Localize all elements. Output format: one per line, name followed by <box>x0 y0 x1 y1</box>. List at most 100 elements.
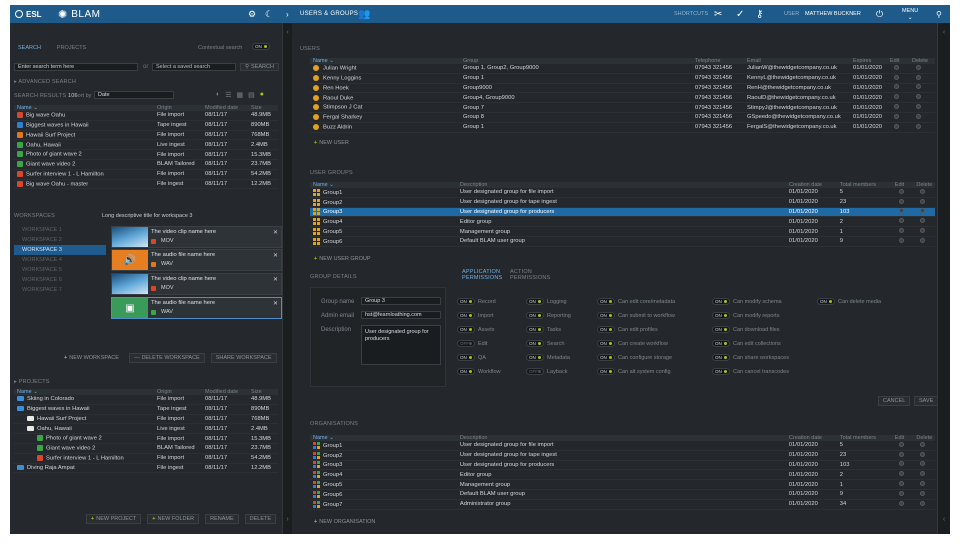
expand-right-icon[interactable]: ‹ <box>938 516 950 523</box>
group-row[interactable]: Group5 Management group 01/01/2020 1 <box>310 227 935 237</box>
edit-radio-icon[interactable] <box>898 490 904 496</box>
workspace-item[interactable]: WORKSPACE 2 <box>14 235 106 245</box>
permission-search[interactable]: ON Search <box>526 340 564 347</box>
edit-radio-icon[interactable] <box>898 228 904 234</box>
delete-radio-icon[interactable] <box>920 228 926 234</box>
view-options-icon[interactable]: ◐ <box>216 91 220 99</box>
permission-can-modify-reports[interactable]: ON Can modify reports <box>712 312 779 319</box>
result-row[interactable]: Photo of giant wave 2 File import 08/11/17… <box>14 150 278 160</box>
organisation-row[interactable]: Group6 Default BLAM user group 01/01/2020 9 <box>310 490 935 500</box>
permission-can-edit-core-metadata[interactable]: ON Can edit core/metadata <box>597 298 675 305</box>
permission-logging[interactable]: ON Logging <box>526 298 567 305</box>
collapse-right-icon[interactable]: ‹ <box>938 29 950 36</box>
user-col-0[interactable]: Name ⌄ <box>310 58 460 64</box>
new-user-button[interactable]: + NEW USER <box>310 139 353 147</box>
key-icon[interactable]: ⚷ <box>756 5 763 23</box>
project-row[interactable]: Skiing in Colorado File import 08/11/17 48.… <box>14 395 278 405</box>
right-panel-collapse-strip[interactable]: ‹ ‹ <box>937 23 950 534</box>
result-col-1[interactable]: Origin <box>154 105 202 111</box>
user-row[interactable]: Raoul Duke Group4, Group9000 07943 321456 R… <box>310 93 935 104</box>
group-row[interactable]: Group2 User designated group for tape ing… <box>310 198 935 208</box>
delete-radio-icon[interactable] <box>920 218 926 224</box>
permission-toggle[interactable]: ON <box>597 368 615 375</box>
permission-toggle[interactable]: ON <box>597 326 615 333</box>
organisation-col-2[interactable]: Creation date <box>786 435 837 441</box>
workspace-item[interactable]: WORKSPACE 7 <box>14 285 106 295</box>
scissors-icon[interactable]: ✂ <box>714 5 722 23</box>
new-project-button[interactable]: + NEW PROJECT <box>86 514 142 524</box>
settings-icon[interactable]: ⚙ <box>248 5 256 23</box>
edit-radio-icon[interactable] <box>898 461 904 467</box>
group-col-3[interactable]: Total members <box>837 182 892 188</box>
permission-toggle[interactable]: ON <box>526 340 544 347</box>
rename-button[interactable]: RENAME <box>205 514 239 524</box>
edit-radio-icon[interactable] <box>898 188 904 194</box>
workspace-item[interactable]: WORKSPACE 5 <box>14 265 106 275</box>
theme-moon-icon[interactable]: ☾ <box>265 5 273 23</box>
advanced-search-toggle[interactable]: ▸ ADVANCED SEARCH <box>14 79 76 85</box>
permission-toggle[interactable]: ON <box>457 326 475 333</box>
edit-radio-icon[interactable] <box>898 500 904 506</box>
edit-radio-icon[interactable] <box>898 451 904 457</box>
close-icon[interactable]: ✕ <box>273 229 278 236</box>
permission-can-cancel-transcodes[interactable]: ON Can cancel transcodes <box>712 368 789 375</box>
user-row[interactable]: Fergal Sharkey Group 8 07943 321456 GSpeedo… <box>310 113 935 123</box>
user-row[interactable]: Buzz Aldrin Group 1 07943 321456 FergalS@th… <box>310 123 935 133</box>
organisation-col-0[interactable]: Name ⌄ <box>310 435 457 441</box>
user-col-6[interactable]: Delete <box>909 58 931 64</box>
edit-radio-icon[interactable] <box>898 218 904 224</box>
edit-radio-icon[interactable] <box>894 74 899 80</box>
permission-record[interactable]: ON Record <box>457 298 496 305</box>
permission-can-edit-profiles[interactable]: ON Can edit profiles <box>597 326 658 333</box>
cancel-button[interactable]: CANCEL <box>878 396 911 406</box>
edit-radio-icon[interactable] <box>894 123 899 129</box>
edit-radio-icon[interactable] <box>894 84 899 90</box>
tab-search[interactable]: SEARCH <box>18 45 41 51</box>
permission-metadata[interactable]: ON Metadata <box>526 354 570 361</box>
permission-toggle[interactable]: ON <box>457 354 475 361</box>
thumb-view-icon[interactable]: ▤ <box>248 91 255 99</box>
delete-radio-icon[interactable] <box>916 94 921 100</box>
delete-radio-icon[interactable] <box>920 451 926 457</box>
edit-radio-icon[interactable] <box>898 471 904 477</box>
user-row[interactable]: Kenny Loggins Group 1 07943 321456 KennyL@t… <box>310 74 935 84</box>
project-row[interactable]: Photo of giant wave 2 File import 08/11/17… <box>14 434 278 444</box>
project-col-2[interactable]: Modified date <box>202 389 248 395</box>
new-workspace-button[interactable]: + NEW WORKSPACE <box>60 353 123 363</box>
user-col-3[interactable]: Email <box>744 58 850 64</box>
result-col-2[interactable]: Modified date <box>202 105 248 111</box>
collapse-left-icon[interactable]: ‹ <box>283 29 292 36</box>
permission-can-submit-to-workflow[interactable]: ON Can submit to workflow <box>597 312 675 319</box>
group-col-1[interactable]: Description <box>457 182 786 188</box>
edit-radio-icon[interactable] <box>894 64 899 70</box>
project-row[interactable]: Hawaii Surf Project File import 08/11/17 76… <box>14 415 278 425</box>
group-col-0[interactable]: Name ⌄ <box>310 182 457 188</box>
workspace-card[interactable]: 🔊 The audio file name here WAV ✕ <box>111 249 282 271</box>
group-col-5[interactable]: Delete <box>913 182 935 188</box>
delete-radio-icon[interactable] <box>916 104 921 110</box>
organisation-row[interactable]: Group5 Management group 01/01/2020 1 <box>310 480 935 490</box>
project-row[interactable]: Diving Raja Ampat File ingest 08/11/17 12.2… <box>14 464 278 474</box>
project-row[interactable]: Surfer interview 1 - L Hamilton File impo… <box>14 454 278 464</box>
permission-toggle[interactable]: ON <box>457 368 475 375</box>
delete-radio-icon[interactable] <box>920 500 926 506</box>
delete-radio-icon[interactable] <box>920 188 926 194</box>
new-folder-button[interactable]: + NEW FOLDER <box>147 514 200 524</box>
permission-layback[interactable]: OFF Layback <box>526 368 568 375</box>
user-col-2[interactable]: Telephone <box>692 58 744 64</box>
result-row[interactable]: Biggest waves in Hawaii Tape ingest 08/11/… <box>14 121 278 131</box>
delete-radio-icon[interactable] <box>920 461 926 467</box>
permission-can-download-files[interactable]: ON Can download files <box>712 326 779 333</box>
permission-toggle[interactable]: ON <box>526 298 544 305</box>
permission-toggle[interactable]: ON <box>526 354 544 361</box>
permission-toggle[interactable]: ON <box>526 326 544 333</box>
sort-select[interactable]: Date <box>94 91 174 99</box>
pin-icon[interactable]: ⚲ <box>936 5 942 23</box>
permission-tasks[interactable]: ON Tasks <box>526 326 561 333</box>
delete-radio-icon[interactable] <box>916 74 921 80</box>
permission-toggle[interactable]: ON <box>526 312 544 319</box>
list-view-icon[interactable]: ☰ <box>225 91 231 99</box>
permission-toggle[interactable]: ON <box>597 340 615 347</box>
edit-radio-icon[interactable] <box>894 104 899 110</box>
delete-radio-icon[interactable] <box>920 481 926 487</box>
